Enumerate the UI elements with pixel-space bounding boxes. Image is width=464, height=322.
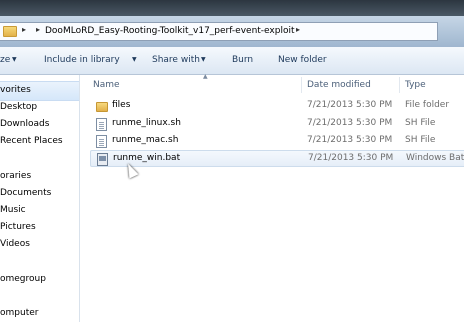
nav-documents[interactable]: Documents — [0, 188, 51, 198]
organize-button[interactable]: ze — [0, 55, 10, 65]
nav-music[interactable]: Music — [0, 205, 26, 215]
chevron-right-icon[interactable]: ▸ — [296, 25, 300, 34]
nav-computer[interactable]: omputer — [0, 308, 38, 318]
include-in-library-button[interactable]: Include in library — [44, 55, 120, 65]
column-header-type[interactable]: Type — [405, 80, 426, 90]
nav-favorites[interactable]: vorites — [0, 85, 31, 95]
sort-ascending-icon: ▲ — [203, 73, 208, 80]
file-row[interactable]: runme_linux.sh 7/21/2013 5:30 PM SH File — [90, 116, 464, 133]
folder-icon — [3, 26, 17, 37]
file-name[interactable]: runme_mac.sh — [112, 135, 178, 145]
file-date-modified: 7/21/2013 5:30 PM — [308, 153, 394, 163]
burn-button[interactable]: Burn — [232, 55, 253, 65]
column-header-row: ▲ Name Date modified Type — [90, 73, 464, 95]
address-bar[interactable]: ▸ ▸ DooMLoRD_Easy-Rooting-Toolkit_v17_pe… — [0, 22, 438, 41]
column-divider[interactable] — [301, 77, 302, 93]
nav-desktop[interactable]: Desktop — [0, 102, 37, 112]
chevron-right-icon[interactable]: ▸ — [36, 25, 40, 34]
file-date-modified: 7/21/2013 5:30 PM — [307, 100, 393, 110]
nav-homegroup[interactable]: omegroup — [0, 274, 46, 284]
bat-file-icon — [97, 153, 108, 166]
chevron-down-icon: ▼ — [201, 56, 206, 63]
breadcrumb[interactable]: DooMLoRD_Easy-Rooting-Toolkit_v17_perf-e… — [45, 26, 295, 36]
command-toolbar: ze ▼ Include in library ▼ Share with ▼ B… — [0, 47, 464, 75]
file-row[interactable]: runme_mac.sh 7/21/2013 5:30 PM SH File — [90, 133, 464, 150]
chevron-right-icon[interactable]: ▸ — [22, 25, 26, 34]
nav-pictures[interactable]: Pictures — [0, 222, 36, 232]
sh-file-icon — [96, 118, 107, 131]
file-list-pane: ▲ Name Date modified Type files 7/21/201… — [80, 73, 464, 322]
file-date-modified: 7/21/2013 5:30 PM — [307, 118, 393, 128]
address-row: ▸ ▸ DooMLoRD_Easy-Rooting-Toolkit_v17_pe… — [0, 16, 464, 47]
file-row[interactable]: files 7/21/2013 5:30 PM File folder — [90, 98, 464, 115]
file-type: File folder — [405, 100, 450, 110]
column-header-date-modified[interactable]: Date modified — [307, 80, 371, 90]
window-title-bar — [0, 0, 464, 16]
file-name[interactable]: runme_win.bat — [113, 153, 180, 163]
chevron-down-icon: ▼ — [132, 56, 137, 63]
nav-recent-places[interactable]: Recent Places — [0, 136, 63, 146]
column-divider[interactable] — [399, 77, 400, 93]
new-folder-button[interactable]: New folder — [278, 55, 327, 65]
file-name[interactable]: files — [112, 100, 130, 110]
file-type: SH File — [405, 135, 436, 145]
navigation-pane: vorites Desktop Downloads Recent Places … — [0, 75, 80, 322]
chevron-down-icon: ▼ — [12, 56, 17, 63]
sh-file-icon — [96, 135, 107, 148]
folder-icon — [96, 102, 108, 112]
file-name[interactable]: runme_linux.sh — [112, 118, 181, 128]
file-type: SH File — [405, 118, 436, 128]
file-row[interactable]: runme_win.bat 7/21/2013 5:30 PM Windows … — [90, 150, 464, 167]
column-header-name[interactable]: Name — [93, 80, 120, 90]
nav-libraries[interactable]: oraries — [0, 171, 31, 181]
file-date-modified: 7/21/2013 5:30 PM — [307, 135, 393, 145]
nav-downloads[interactable]: Downloads — [0, 119, 49, 129]
file-type: Windows Batc — [406, 153, 464, 163]
share-with-button[interactable]: Share with — [152, 55, 200, 65]
nav-videos[interactable]: Videos — [0, 239, 30, 249]
